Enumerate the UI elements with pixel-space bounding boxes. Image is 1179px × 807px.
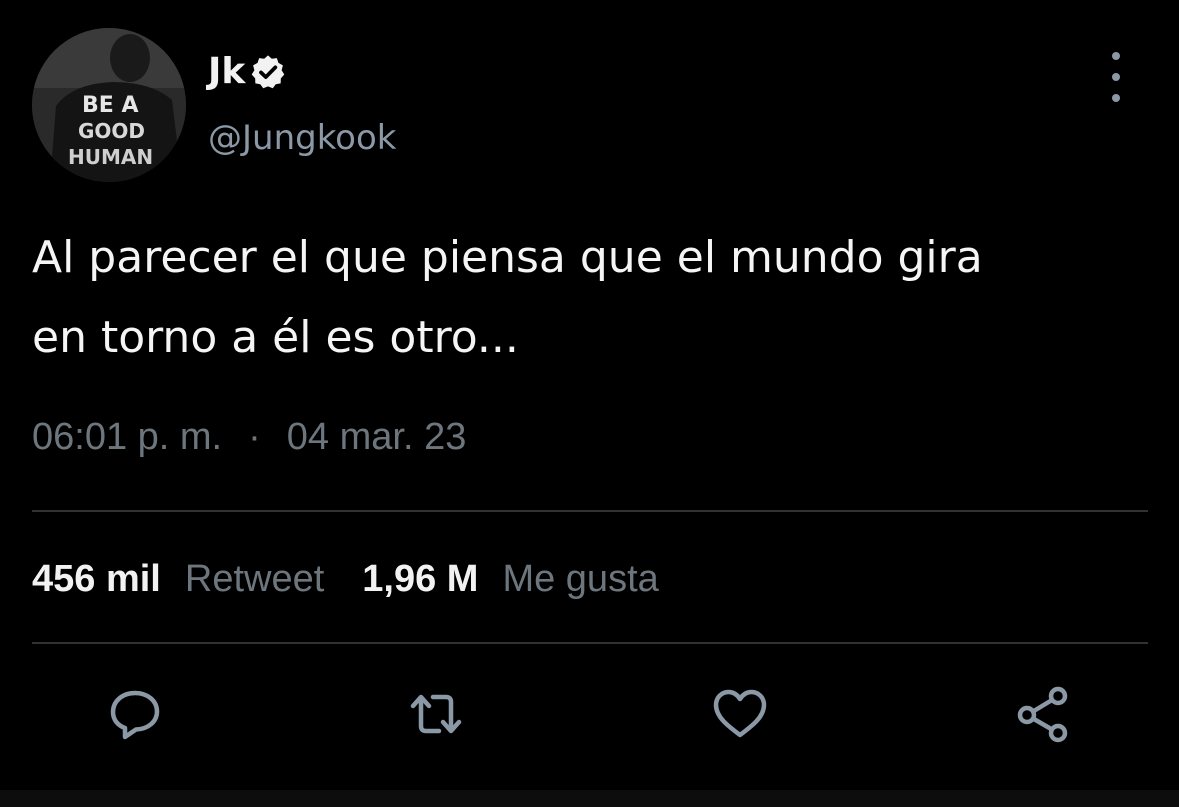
share-button[interactable] (1011, 682, 1075, 746)
more-dot (1112, 52, 1120, 60)
heart-icon (713, 689, 767, 738)
retweet-icon (410, 694, 462, 734)
reply-icon (110, 690, 160, 740)
bottom-edge (0, 790, 1179, 807)
tweet-date: 04 mar. 23 (286, 416, 467, 458)
avatar-shirt-line-3: HUMAN (68, 145, 153, 169)
divider (32, 642, 1148, 644)
display-name[interactable]: Jk (208, 50, 245, 94)
divider (32, 510, 1148, 512)
tweet-text: Al parecer el que piensa que el mundo gi… (32, 232, 983, 363)
tweet-time: 06:01 p. m. (32, 416, 223, 458)
retweet-button[interactable] (404, 682, 468, 746)
verified-badge-icon (249, 53, 287, 91)
author-handle[interactable]: @Jungkook (208, 116, 396, 160)
timestamp-separator: · (248, 416, 261, 458)
reply-button[interactable] (103, 682, 167, 746)
likes-count: 1,96 M (362, 558, 479, 600)
retweets-label: Retweet (184, 558, 325, 600)
more-dot (1112, 73, 1120, 81)
author-display-name-row[interactable]: Jk (208, 50, 287, 94)
likes-stat[interactable]: 1,96 M Me gusta (362, 555, 658, 603)
more-dot (1112, 94, 1120, 102)
share-icon (1017, 686, 1068, 743)
likes-label: Me gusta (502, 558, 659, 600)
avatar[interactable]: BE A GOOD HUMAN (32, 28, 186, 182)
like-button[interactable] (708, 682, 772, 746)
retweets-count: 456 mil (32, 558, 161, 600)
tweet-card: BE A GOOD HUMAN Jk @Jungkook Al parecer … (0, 0, 1179, 807)
avatar-image: BE A GOOD HUMAN (32, 28, 186, 182)
retweets-stat[interactable]: 456 mil Retweet (32, 555, 324, 603)
avatar-shirt-line-2: GOOD (78, 119, 145, 143)
tweet-actions-bar (0, 682, 1179, 746)
avatar-shirt-line-1: BE A (82, 93, 138, 118)
tweet-stats: 456 mil Retweet 1,96 M Me gusta (32, 555, 659, 603)
more-options-icon[interactable] (1096, 52, 1136, 102)
tweet-timestamp[interactable]: 06:01 p. m. · 04 mar. 23 (32, 414, 466, 460)
